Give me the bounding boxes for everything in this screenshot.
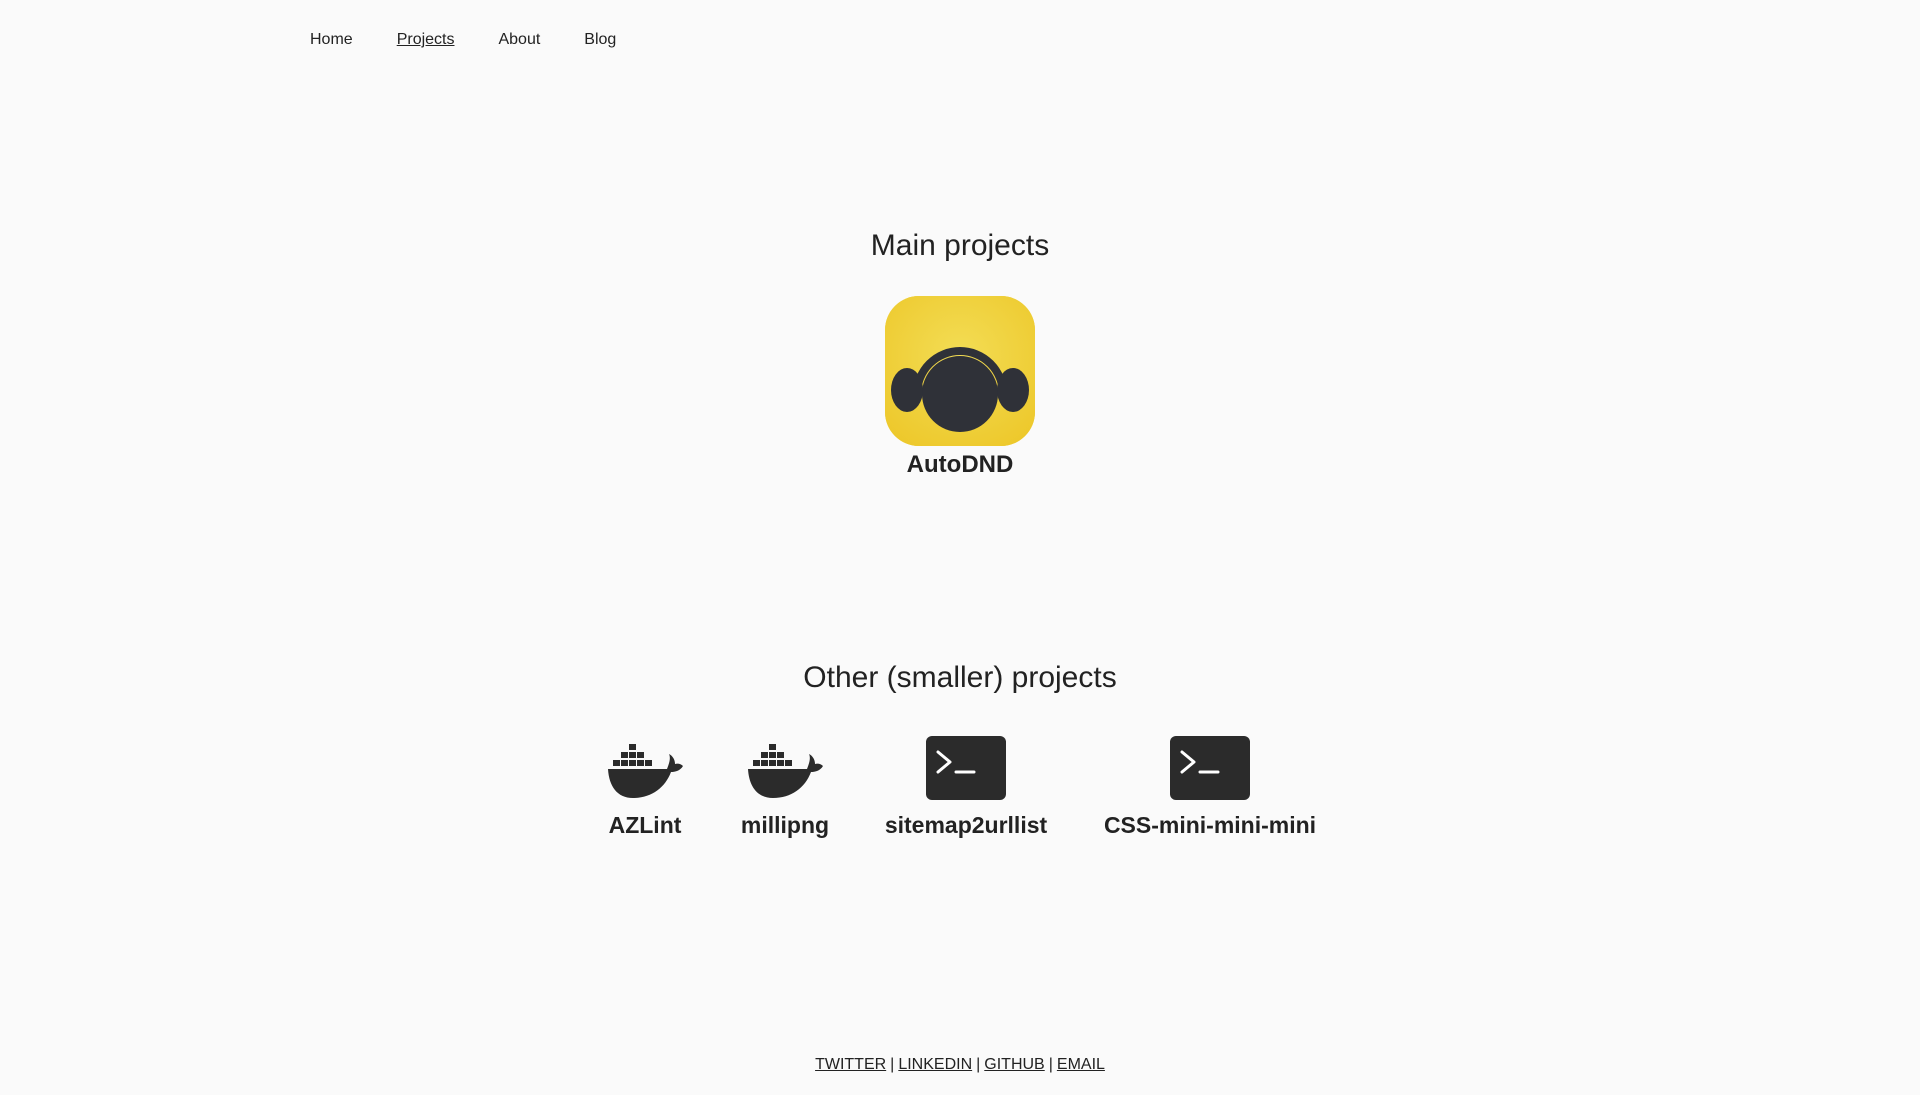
linkedin-link[interactable]: LINKEDIN bbox=[898, 1056, 972, 1073]
main-projects-heading: Main projects bbox=[870, 229, 1050, 262]
nav-projects-link[interactable]: Projects bbox=[397, 28, 455, 52]
terminal-icon bbox=[926, 736, 1006, 800]
css-mini-mini-mini-label: CSS-mini-mini-mini bbox=[1103, 812, 1317, 838]
nav-home-link[interactable]: Home bbox=[310, 28, 353, 52]
headphones-app-icon bbox=[885, 296, 1035, 446]
sitemap2urllist-label: sitemap2urllist bbox=[884, 812, 1048, 838]
autodnd-label: AutoDND bbox=[906, 451, 1014, 478]
nav-about-link[interactable]: About bbox=[498, 28, 540, 52]
top-navigation: Home Projects About Blog bbox=[310, 28, 660, 52]
azlint-label: AZLint bbox=[608, 812, 682, 838]
docker-whale-icon bbox=[608, 744, 683, 798]
github-link[interactable]: GITHUB bbox=[984, 1056, 1044, 1073]
footer-separator: | bbox=[890, 1056, 895, 1073]
footer: TWITTER | LINKEDIN | GITHUB | EMAIL bbox=[0, 1054, 1920, 1076]
nav-blog-link[interactable]: Blog bbox=[584, 28, 616, 52]
autodnd-project-link[interactable]: AutoDND bbox=[885, 296, 1035, 480]
footer-separator: | bbox=[976, 1056, 981, 1073]
terminal-icon bbox=[1170, 736, 1250, 800]
other-projects-heading: Other (smaller) projects bbox=[803, 661, 1117, 694]
footer-separator: | bbox=[1048, 1056, 1053, 1073]
css-mini-mini-mini-project-link[interactable]: CSS-mini-mini-mini bbox=[1100, 736, 1320, 840]
email-link[interactable]: EMAIL bbox=[1057, 1056, 1105, 1073]
sitemap2urllist-project-link[interactable]: sitemap2urllist bbox=[880, 736, 1052, 840]
docker-whale-icon bbox=[748, 744, 823, 798]
millipng-project-link[interactable]: millipng bbox=[738, 736, 832, 840]
twitter-link[interactable]: TWITTER bbox=[815, 1056, 886, 1073]
millipng-label: millipng bbox=[740, 812, 830, 838]
azlint-project-link[interactable]: AZLint bbox=[601, 736, 689, 840]
